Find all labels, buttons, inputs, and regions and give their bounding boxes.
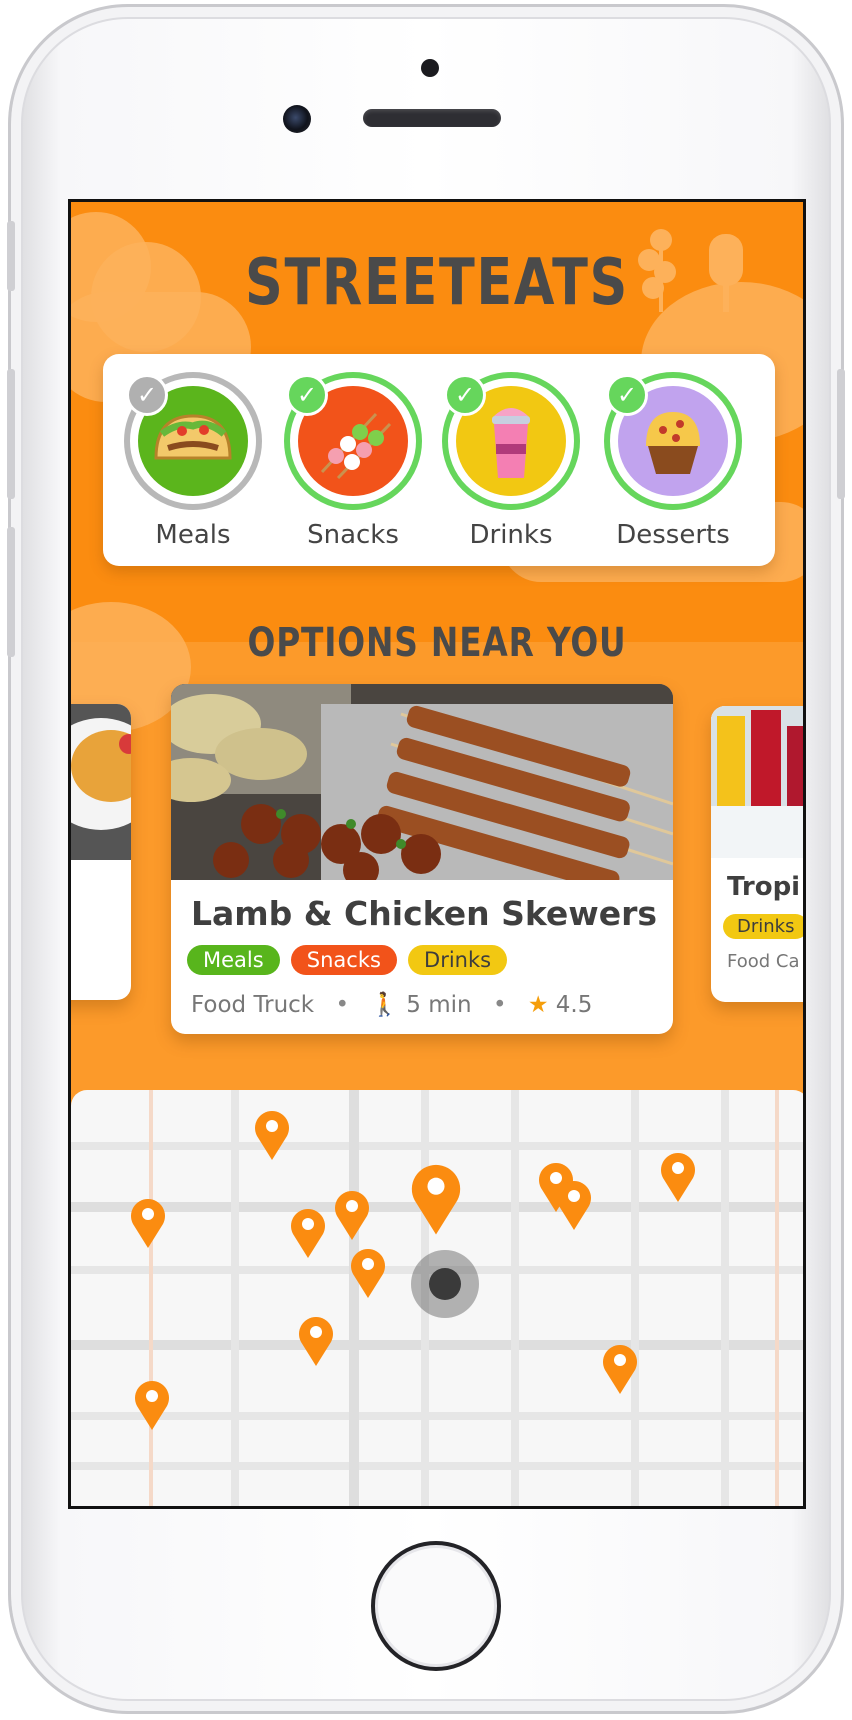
app-logo: STREETEATS [245,246,629,320]
food-photo [71,704,131,860]
map-road [721,1090,729,1506]
separator-dot: • [335,992,350,1018]
power-button [837,369,845,499]
category-filter-panel: ✓ Meals ✓ Snacks ✓ Drinks ✓ Desserts [103,354,775,566]
map-road [71,1412,803,1420]
map-road [231,1090,239,1506]
category-meals-ring: ✓ [124,372,262,510]
tag-meals: Meals [187,945,280,975]
tag-drinks: Drinks [408,945,508,975]
category-label: Snacks [307,520,399,550]
rating: 4.5 [555,992,593,1018]
map-road [511,1090,519,1506]
map-road [71,1340,803,1350]
drinks-photo [711,706,803,858]
star-icon: ★ [527,992,549,1018]
category-desserts-ring: ✓ [604,372,742,510]
map-road [775,1090,779,1506]
current-location-icon [411,1250,479,1318]
section-title: OPTIONS NEAR YOU [247,620,627,666]
check-icon: ✓ [126,374,168,416]
mute-switch [7,221,15,291]
vendor-pin-icon[interactable] [297,1314,335,1368]
map-view[interactable] [71,1090,803,1506]
tag-snacks: Snacks [290,945,397,975]
walking-person-icon: 🚶 [370,992,399,1018]
map-road [149,1090,153,1506]
category-drinks-ring: ✓ [442,372,580,510]
map-road [71,1142,803,1150]
app-screen: STREETEATS ✓ Meals ✓ Snacks ✓ Drinks ✓ D… [68,199,806,1509]
vendor-card-next[interactable]: Tropi Drinks Food Ca [711,706,803,1002]
selected-vendor-pin-icon[interactable] [409,1160,463,1238]
tag-list: Meals Snacks Drinks [187,945,673,975]
category-drinks[interactable]: ✓ Drinks [437,372,585,562]
volume-down-button [7,527,15,657]
vendor-pin-icon[interactable] [349,1246,387,1300]
vendor-meta: Food Truck • 🚶 5 min • ★ 4.5 [191,991,673,1018]
check-icon: ✓ [286,374,328,416]
tag-drinks: Drinks [723,914,803,939]
vendor-pin-icon[interactable] [289,1206,327,1260]
category-desserts[interactable]: ✓ Desserts [599,372,747,562]
check-icon: ✓ [444,374,486,416]
map-road [71,1462,803,1470]
walk-time: 5 min [406,992,472,1018]
category-label: Meals [155,520,231,550]
vendor-card-featured[interactable]: Lamb & Chicken Skewers Meals Snacks Drin… [171,684,673,1034]
vendor-type: Food Ca [727,951,800,972]
vendor-pin-icon[interactable] [555,1178,593,1232]
category-label: Desserts [616,520,730,550]
category-snacks[interactable]: ✓ Snacks [279,372,427,562]
front-camera [283,105,311,133]
vendor-pin-icon[interactable] [601,1342,639,1396]
food-photo [171,684,673,880]
category-label: Drinks [469,520,553,550]
phone-frame: STREETEATS ✓ Meals ✓ Snacks ✓ Drinks ✓ D… [7,4,845,1714]
category-meals[interactable]: ✓ Meals [119,372,267,562]
map-road [631,1090,639,1506]
vendor-pin-icon[interactable] [253,1108,291,1162]
vendor-title: Tropi [727,872,801,902]
proximity-sensor [421,59,439,77]
vendor-pin-icon[interactable] [133,1378,171,1432]
vendor-type: Food Truck [191,992,315,1018]
earpiece-speaker [363,109,501,127]
home-button[interactable] [371,1541,501,1671]
vendor-pin-icon[interactable] [129,1196,167,1250]
separator-dot: • [492,992,507,1018]
check-icon: ✓ [606,374,648,416]
vendor-pin-icon[interactable] [333,1188,371,1242]
volume-up-button [7,369,15,499]
vendor-card-prev[interactable] [71,704,131,1000]
vendor-pin-icon[interactable] [659,1150,697,1204]
vendor-title: Lamb & Chicken Skewers [191,894,658,933]
tag-list: Drinks [723,914,803,939]
category-snacks-ring: ✓ [284,372,422,510]
